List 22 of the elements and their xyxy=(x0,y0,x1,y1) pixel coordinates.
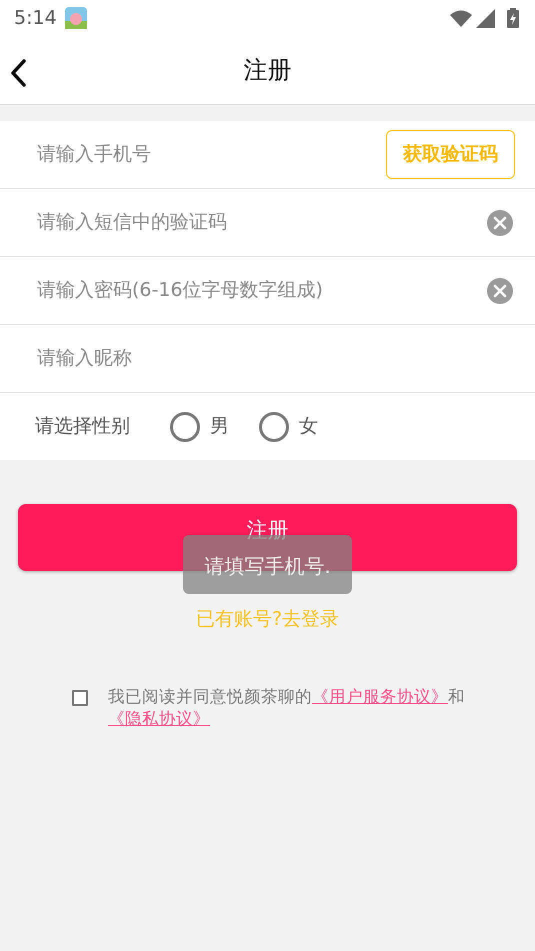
clear-icon[interactable] xyxy=(487,278,513,304)
app-icon xyxy=(64,7,87,29)
status-time: 5:14 xyxy=(14,6,57,31)
battery-icon xyxy=(507,8,519,28)
back-button[interactable] xyxy=(8,58,28,88)
input-field[interactable]: 请输入短信中的验证码 xyxy=(35,207,487,238)
signal-icon xyxy=(476,8,495,28)
wifi-icon xyxy=(450,10,472,26)
gender-option[interactable]: 男 xyxy=(170,412,229,442)
page-title: 注册 xyxy=(244,55,292,86)
login-link[interactable]: 已有账号?去登录 xyxy=(196,608,340,630)
input-field[interactable]: 请输入昵称 xyxy=(35,343,515,374)
agreement-text: 我已阅读并同意悦颜茶聊的《用户服务协议》和 《隐私协议》 xyxy=(108,686,466,730)
clear-icon[interactable] xyxy=(487,210,513,236)
gender-option[interactable]: 女 xyxy=(259,412,318,442)
agreement-checkbox[interactable] xyxy=(72,690,88,706)
gender-label: 请选择性别 xyxy=(35,414,130,440)
agreement-link[interactable]: 《隐私协议》 xyxy=(108,708,210,728)
input-field[interactable]: 请输入密码(6-16位字母数字组成) xyxy=(35,275,487,306)
get-code-button[interactable]: 获取验证码 xyxy=(386,130,515,179)
input-field[interactable]: 请输入手机号 xyxy=(35,139,386,170)
agreement-link[interactable]: 《用户服务协议》 xyxy=(312,686,448,706)
